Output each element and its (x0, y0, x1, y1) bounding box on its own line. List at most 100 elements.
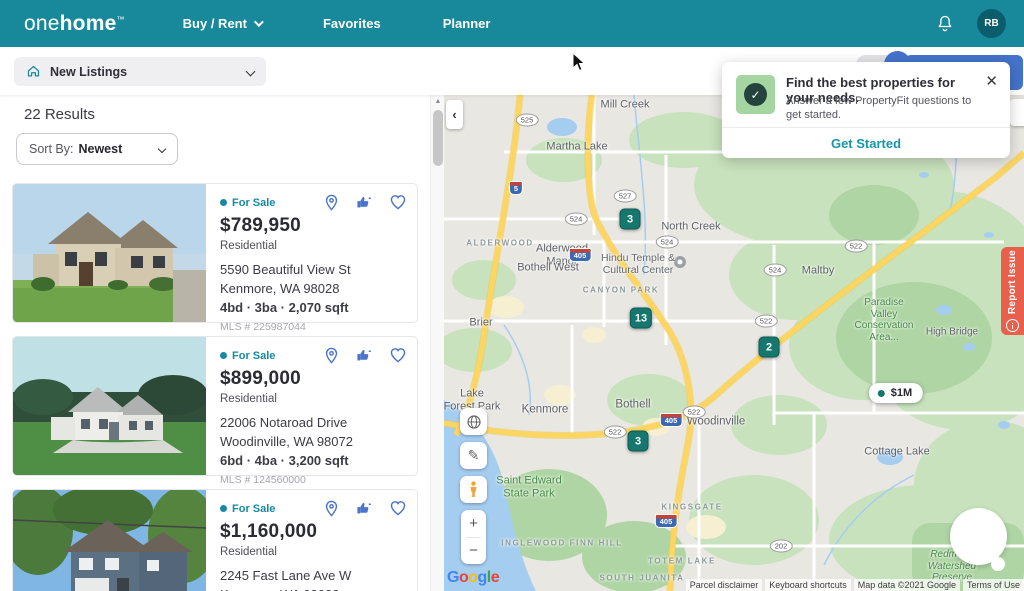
scrollbar-thumb[interactable] (433, 110, 443, 166)
map-place-label: Bothell West (517, 262, 579, 275)
map-pin-icon[interactable] (323, 194, 340, 211)
listing-specs: 6bd · 4ba · 3,200 sqft (220, 453, 407, 468)
map-place-label: High Bridge (926, 326, 978, 338)
report-issue-tab[interactable]: Report Issue ! (1001, 247, 1024, 335)
map-layers-button[interactable] (460, 408, 487, 435)
pencil-icon: ✎ (468, 447, 480, 464)
nav-favorites[interactable]: Favorites (323, 16, 381, 31)
listing-type: Residential (220, 546, 407, 558)
scroll-up-arrow-icon[interactable]: ▲ (431, 95, 445, 108)
map-area-label: SOUTH JUANITA (599, 573, 684, 582)
map-place-label: Mill Creek (601, 99, 650, 112)
status-badge: For Sale (220, 197, 275, 209)
listing-mls: MLS # 225987044 (220, 321, 407, 333)
propertyfit-popup: ✓ Find the best properties for your need… (722, 62, 1010, 158)
map-city-label: Kenmore (522, 403, 569, 416)
map-draw-button[interactable]: ✎ (460, 442, 487, 469)
route-shield: 527 (614, 190, 637, 203)
thumbs-feedback-icon[interactable] (355, 500, 374, 517)
listing-type: Residential (220, 393, 407, 405)
map-area-label: INGLEWOOD FINN HILL (501, 538, 623, 547)
results-count: 22 Results (24, 106, 95, 123)
route-shield: 524 (764, 264, 787, 277)
listing-price: $899,000 (220, 368, 407, 390)
sort-dropdown[interactable]: Sort By: Newest (16, 133, 178, 165)
map-poi-label: Hindu Temple & Cultural Center (601, 252, 675, 276)
thumbs-feedback-icon[interactable] (355, 347, 374, 364)
logo-text: one (24, 12, 60, 35)
status-badge: For Sale (220, 350, 275, 362)
zoom-control: + − (461, 510, 486, 564)
map-cluster-marker[interactable]: 13 (630, 308, 652, 329)
map-area-label: KINGSGATE (661, 502, 722, 511)
listing-card[interactable]: For Sale $789,950 Residential 5590 Beaut… (12, 183, 418, 323)
route-shield: 524 (656, 236, 679, 249)
map-canvas[interactable]: Mill Creek Martha Lake ALDERWOOD Alderwo… (444, 95, 1024, 591)
street-view-pegman[interactable] (460, 476, 487, 503)
nav-buy-rent[interactable]: Buy / Rent (183, 16, 261, 31)
collapse-panel-button[interactable]: ‹ (446, 100, 463, 129)
interstate-shield: 405 (655, 514, 678, 528)
map-price-marker[interactable]: $1M (869, 383, 923, 403)
listing-photo[interactable] (13, 490, 206, 591)
map-attribution: Parcel disclaimer Keyboard shortcuts Map… (686, 579, 1024, 591)
favorite-heart-icon[interactable] (389, 194, 407, 210)
parcel-disclaimer-link[interactable]: Parcel disclaimer (686, 579, 763, 591)
map-place-label: Brier (469, 317, 492, 330)
listing-photo[interactable] (13, 337, 206, 475)
route-shield: 522 (845, 240, 868, 253)
google-logo[interactable]: Google (447, 569, 499, 587)
map-terrain (444, 95, 1024, 591)
zoom-out-button[interactable]: − (461, 538, 486, 565)
chevron-down-icon (254, 17, 264, 27)
status-dot-icon (220, 505, 227, 512)
status-badge: For Sale (220, 503, 275, 515)
listing-card[interactable]: For Sale $1,160,000 Residential 2245 Fas… (12, 489, 418, 591)
chevron-left-icon: ‹ (452, 107, 456, 122)
map-cluster-marker[interactable]: 3 (628, 431, 649, 452)
listing-photo[interactable] (13, 184, 206, 322)
map-pin-icon[interactable] (323, 347, 340, 364)
divider (722, 127, 1010, 128)
get-started-link[interactable]: Get Started (722, 136, 1010, 151)
map-corner-control[interactable] (1010, 99, 1024, 126)
favorite-heart-icon[interactable] (389, 500, 407, 516)
notifications-bell-icon[interactable] (935, 14, 955, 34)
map-park-label: Saint Edward State Park (496, 474, 561, 499)
zoom-in-button[interactable]: + (461, 510, 486, 537)
terms-of-use-link[interactable]: Terms of Use (963, 579, 1024, 591)
onehome-logo[interactable]: onehome™ (24, 12, 125, 36)
route-shield: 522 (683, 406, 706, 419)
favorite-heart-icon[interactable] (389, 347, 407, 363)
close-icon[interactable]: ✕ (985, 72, 998, 90)
listing-city: Kenmore, WA 98028 (220, 281, 407, 296)
listing-address: 22006 Notaroad Drive (220, 415, 407, 430)
listing-address: 2245 Fast Lane Ave W (220, 568, 407, 583)
status-dot-icon (220, 199, 227, 206)
map-cluster-marker[interactable]: 3 (620, 209, 641, 230)
listing-mls: MLS # 124560000 (220, 474, 407, 486)
map-place-label: North Creek (661, 221, 720, 234)
saved-search-dropdown[interactable]: New Listings (14, 57, 266, 86)
map-pin-icon[interactable] (323, 500, 340, 517)
map-data-credit: Map data ©2021 Google (854, 579, 960, 591)
globe-icon (466, 414, 482, 430)
status-dot-icon (878, 390, 885, 397)
thumbs-feedback-icon[interactable] (355, 194, 374, 211)
results-panel: 22 Results Sort By: Newest For Sale $789… (0, 95, 430, 591)
nav-planner[interactable]: Planner (443, 16, 491, 31)
keyboard-shortcuts-link[interactable]: Keyboard shortcuts (765, 579, 851, 591)
chevron-down-icon (246, 67, 256, 77)
map-area-label: ALDERWOOD (466, 238, 534, 247)
map-cluster-marker[interactable]: 2 (759, 337, 780, 358)
results-scrollbar[interactable]: ▲ (430, 95, 444, 591)
listing-card[interactable]: For Sale $899,000 Residential 22006 Nota… (12, 336, 418, 476)
listing-city: Kenmore, WA 98028 (220, 587, 407, 591)
sort-value: Newest (78, 142, 122, 156)
listing-city: Woodinville, WA 98072 (220, 434, 407, 449)
interstate-shield: 5 (509, 181, 523, 195)
checkmark-icon: ✓ (744, 83, 767, 106)
interstate-shield: 405 (660, 413, 683, 427)
user-avatar[interactable]: RB (977, 9, 1006, 38)
listing-specs: 4bd · 3ba · 2,070 sqft (220, 300, 407, 315)
